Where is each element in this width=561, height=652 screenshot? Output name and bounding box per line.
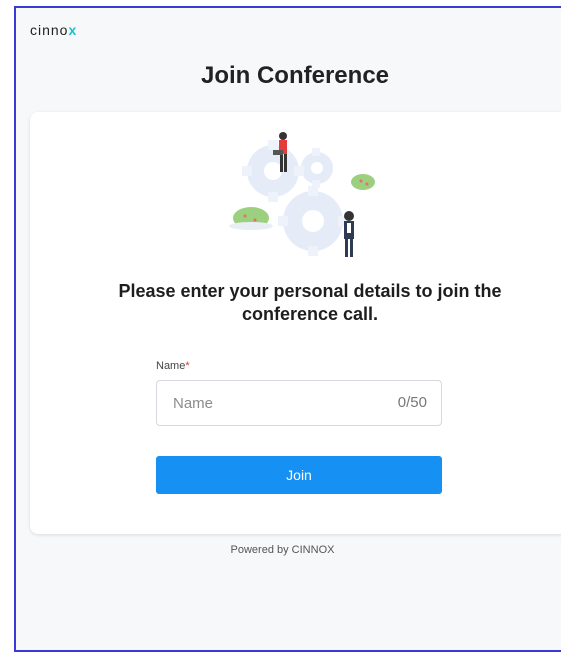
name-input[interactable]	[157, 381, 403, 425]
character-counter: 0/50	[397, 394, 427, 411]
join-card: Please enter your personal details to jo…	[30, 112, 561, 534]
name-field: 0/50	[156, 380, 442, 426]
name-field-label: Name*	[156, 360, 190, 372]
logo-accent: X	[68, 22, 77, 38]
gears-people-illustration-icon	[229, 132, 375, 257]
cinnox-logo: CINNOX	[30, 22, 77, 38]
instructions-text: Please enter your personal details to jo…	[118, 281, 502, 324]
page-title: Join Conference	[200, 62, 390, 89]
browser-frame: CINNOX Join Conference	[14, 6, 561, 652]
name-label-text: Name	[156, 360, 186, 372]
required-indicator: *	[185, 360, 190, 372]
powered-by-text: Powered by CINNOX	[230, 544, 335, 556]
logo-text: CINNO	[30, 22, 69, 38]
join-button[interactable]: Join	[156, 456, 442, 494]
